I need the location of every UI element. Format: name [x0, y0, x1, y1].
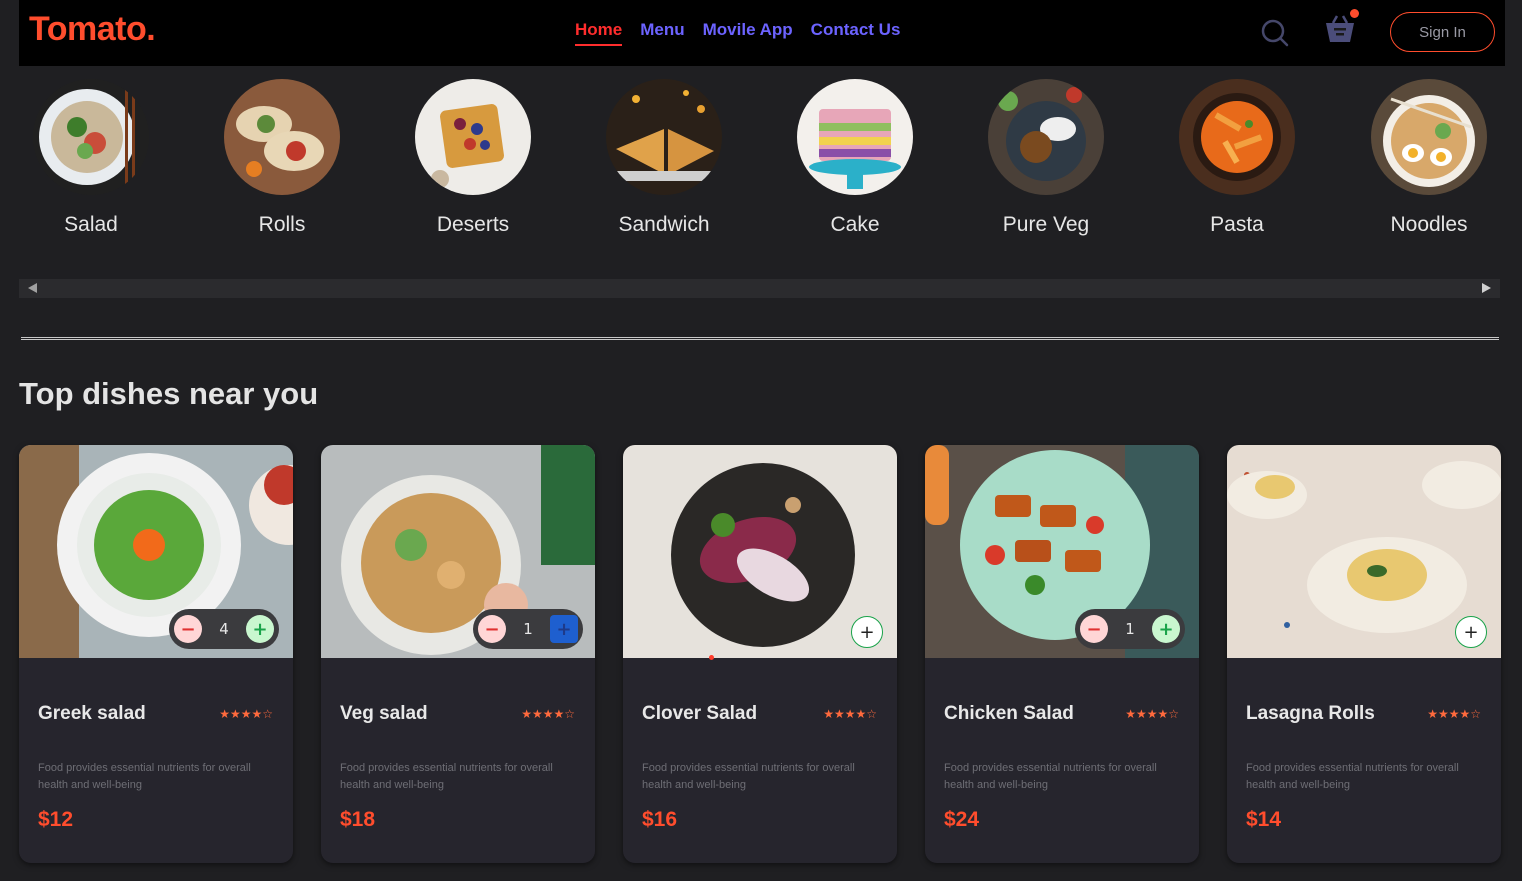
decrement-button[interactable]: − — [174, 615, 202, 643]
dish-card-chicken-salad[interactable]: − 1 + Chicken Salad ★★★★☆ Food provides … — [925, 445, 1199, 863]
dish-image: + — [623, 445, 897, 658]
dish-image: − 1 + — [321, 445, 595, 658]
dish-description: Food provides essential nutrients for ov… — [38, 762, 251, 791]
category-scrollbar[interactable] — [19, 279, 1500, 298]
quantity-stepper: − 1 + — [473, 609, 583, 649]
scroll-right-icon[interactable] — [1482, 283, 1491, 293]
category-salad[interactable]: Salad — [26, 79, 156, 237]
dish-price: $18 — [340, 808, 376, 831]
dish-price: $16 — [642, 808, 678, 831]
quantity-stepper: − 1 + — [1075, 609, 1185, 649]
dish-card-clover-salad[interactable]: + Clover Salad ★★★★☆ Food provides essen… — [623, 445, 897, 863]
category-image-pasta — [1179, 79, 1295, 195]
category-label: Pure Veg — [1002, 213, 1090, 236]
category-image-deserts — [415, 79, 531, 195]
category-label: Deserts — [436, 213, 510, 236]
section-divider — [21, 337, 1499, 340]
decrement-button[interactable]: − — [1080, 615, 1108, 643]
category-image-pure-veg — [988, 79, 1104, 195]
dish-price: $24 — [944, 808, 980, 831]
category-pasta[interactable]: Pasta — [1172, 79, 1302, 237]
dish-image: − 1 + — [925, 445, 1199, 658]
nav-link-menu[interactable]: Menu — [640, 20, 684, 46]
increment-button[interactable]: + — [1151, 615, 1180, 643]
rating-stars-icon: ★★★★☆ — [823, 707, 877, 721]
dish-description: Food provides essential nutrients for ov… — [642, 762, 855, 791]
category-label: Rolls — [258, 213, 306, 236]
quantity-count: 4 — [219, 620, 229, 638]
increment-button[interactable]: + — [245, 615, 274, 643]
category-label: Salad — [64, 213, 118, 236]
dish-name: Clover Salad — [642, 703, 758, 724]
category-noodles[interactable]: Noodles — [1364, 79, 1494, 237]
category-image-noodles — [1371, 79, 1487, 195]
category-label: Sandwich — [618, 213, 710, 236]
decrement-button[interactable]: − — [478, 615, 506, 643]
rating-stars-icon: ★★★★☆ — [219, 707, 273, 721]
dish-price: $14 — [1246, 808, 1282, 831]
dish-name: Greek salad — [38, 703, 146, 724]
nav-link-contact-us[interactable]: Contact Us — [811, 20, 901, 46]
dish-name: Veg salad — [340, 703, 428, 724]
quantity-count: 1 — [523, 620, 533, 638]
category-image-salad — [33, 79, 149, 195]
dish-card-veg-salad[interactable]: − 1 + Veg salad ★★★★☆ Food provides esse… — [321, 445, 595, 863]
dish-image: − 4 + — [19, 445, 293, 658]
category-label: Pasta — [1210, 213, 1264, 236]
dish-image: + — [1227, 445, 1501, 658]
category-image-rolls — [224, 79, 340, 195]
cart-badge-dot — [1350, 9, 1359, 18]
dish-name: Chicken Salad — [944, 703, 1074, 724]
category-sandwich[interactable]: Sandwich — [599, 79, 729, 237]
nav-link-home[interactable]: Home — [575, 20, 623, 46]
category-label: Cake — [830, 213, 880, 236]
category-rolls[interactable]: Rolls — [217, 79, 347, 237]
search-icon[interactable] — [1260, 18, 1290, 48]
sign-in-button[interactable]: Sign In — [1390, 12, 1495, 52]
quantity-stepper: − 4 + — [169, 609, 279, 649]
scroll-left-icon[interactable] — [28, 283, 37, 293]
quantity-count: 1 — [1125, 620, 1135, 638]
nav-links: Home Menu Movile App Contact Us — [575, 20, 900, 46]
dish-description: Food provides essential nutrients for ov… — [1246, 762, 1459, 791]
dish-card-lasagna-rolls[interactable]: + Lasagna Rolls ★★★★☆ Food provides esse… — [1227, 445, 1501, 863]
dish-name: Lasagna Rolls — [1246, 703, 1375, 724]
dish-description: Food provides essential nutrients for ov… — [340, 762, 553, 791]
category-pure-veg[interactable]: Pure Veg — [981, 79, 1111, 237]
rating-stars-icon: ★★★★☆ — [521, 707, 575, 721]
dish-description: Food provides essential nutrients for ov… — [944, 762, 1157, 791]
category-deserts[interactable]: Deserts — [408, 79, 538, 237]
category-cake[interactable]: Cake — [790, 79, 920, 237]
indicator-dot — [709, 655, 714, 660]
rating-stars-icon: ★★★★☆ — [1125, 707, 1179, 721]
rating-stars-icon: ★★★★☆ — [1427, 707, 1481, 721]
increment-button[interactable]: + — [549, 615, 578, 643]
category-image-cake — [797, 79, 913, 195]
nav-link-mobile-app[interactable]: Movile App — [703, 20, 793, 46]
dish-card-greek-salad[interactable]: − 4 + Greek salad ★★★★☆ Food provides es… — [19, 445, 293, 863]
category-label: Noodles — [1390, 213, 1468, 236]
add-to-cart-button[interactable]: + — [1455, 616, 1487, 648]
category-image-sandwich — [606, 79, 722, 195]
logo[interactable]: Tomato. — [29, 10, 156, 49]
navbar: Tomato. Home Menu Movile App Contact Us … — [19, 0, 1505, 66]
section-title: Top dishes near you — [19, 376, 319, 411]
add-to-cart-button[interactable]: + — [851, 616, 883, 648]
dish-price: $12 — [38, 808, 74, 831]
